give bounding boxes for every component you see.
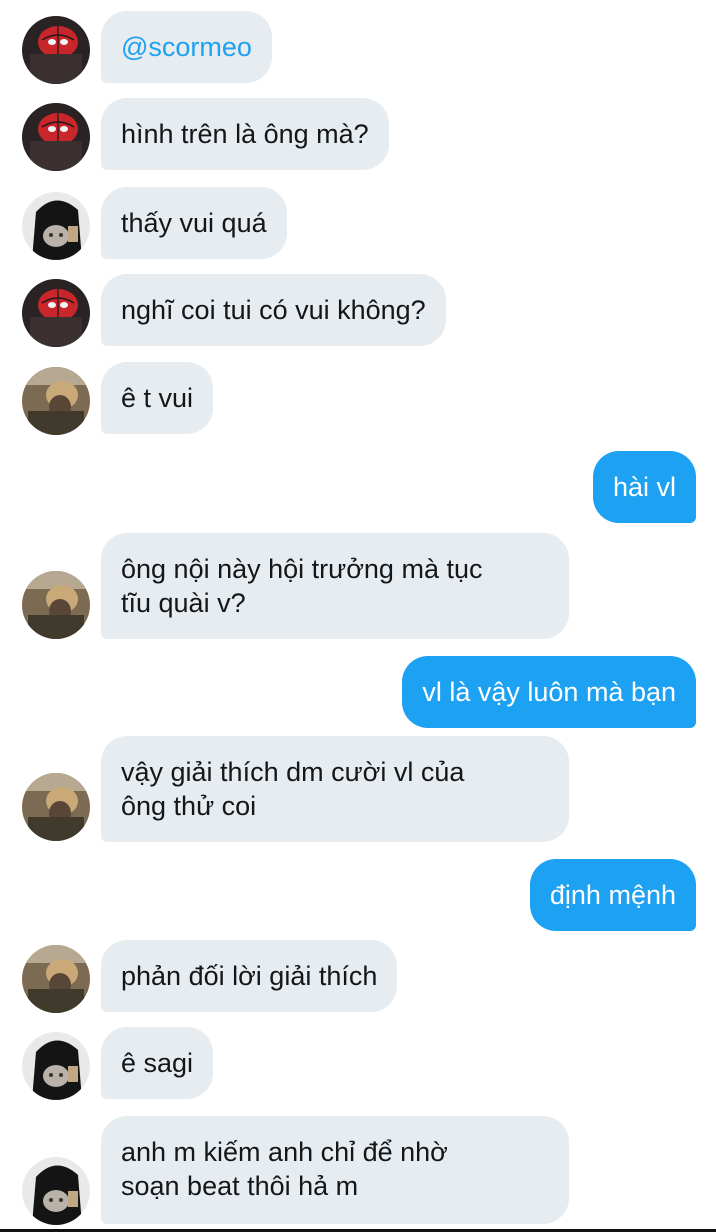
avatar-blonde-boy[interactable] bbox=[22, 571, 90, 639]
message-bubble[interactable]: ê sagi bbox=[101, 1027, 214, 1099]
message-bubble[interactable]: phản đối lời giải thích bbox=[101, 940, 398, 1012]
message-bubble[interactable]: anh m kiếm anh chỉ để nhờ soạn beat thôi… bbox=[101, 1116, 569, 1224]
avatar-cat-holder[interactable] bbox=[22, 1032, 90, 1100]
message-text-line: tĩu quài v? bbox=[121, 588, 246, 618]
message-text: hình trên là ông mà? bbox=[121, 119, 369, 149]
message-text-line: anh m kiếm anh chỉ để nhờ bbox=[121, 1137, 448, 1167]
message-text: hài vl bbox=[612, 472, 676, 502]
message-bubble-outgoing[interactable]: vl là vậy luôn mà bạn bbox=[402, 656, 696, 728]
avatar-cat-holder[interactable] bbox=[22, 1157, 90, 1225]
avatar-cat-holder[interactable] bbox=[22, 192, 90, 260]
mention-link[interactable]: @scormeo bbox=[121, 32, 252, 62]
message-text: vl là vậy luôn mà bạn bbox=[422, 677, 676, 707]
message-text: thấy vui quá bbox=[121, 208, 267, 238]
message-bubble[interactable]: ông nội này hội trưởng mà tục tĩu quài v… bbox=[101, 533, 569, 639]
message-text-line: ông thử coi bbox=[121, 791, 257, 821]
avatar-spiderman[interactable] bbox=[22, 279, 90, 347]
message-text-line: soạn beat thôi hả m bbox=[121, 1171, 359, 1201]
avatar-spiderman[interactable] bbox=[22, 103, 90, 171]
avatar-spiderman[interactable] bbox=[22, 16, 90, 84]
message-bubble[interactable]: vậy giải thích dm cười vl của ông thử co… bbox=[101, 736, 569, 842]
message-text: ê sagi bbox=[121, 1048, 194, 1078]
message-text-line: vậy giải thích dm cười vl của bbox=[121, 757, 465, 787]
message-bubble[interactable]: ê t vui bbox=[101, 362, 214, 434]
message-bubble[interactable]: thấy vui quá bbox=[101, 187, 287, 259]
message-text-line: ông nội này hội trưởng mà tục bbox=[121, 554, 483, 584]
avatar-blonde-boy[interactable] bbox=[22, 945, 90, 1013]
message-bubble-outgoing[interactable]: hài vl bbox=[592, 451, 696, 523]
message-bubble[interactable]: nghĩ coi tui có vui không? bbox=[101, 274, 446, 346]
message-text: phản đối lời giải thích bbox=[121, 961, 378, 991]
message-text: ê t vui bbox=[121, 383, 194, 413]
conversation-thread: @scormeo hình trên là ông mà? thấy vui q… bbox=[0, 0, 716, 1232]
message-text: nghĩ coi tui có vui không? bbox=[121, 295, 426, 325]
avatar-blonde-boy[interactable] bbox=[22, 773, 90, 841]
message-bubble-outgoing[interactable]: định mệnh bbox=[529, 859, 696, 931]
message-bubble[interactable]: hình trên là ông mà? bbox=[101, 98, 389, 170]
avatar-blonde-boy[interactable] bbox=[22, 367, 90, 435]
message-text: định mệnh bbox=[549, 880, 676, 910]
message-bubble[interactable]: @scormeo bbox=[101, 11, 272, 83]
